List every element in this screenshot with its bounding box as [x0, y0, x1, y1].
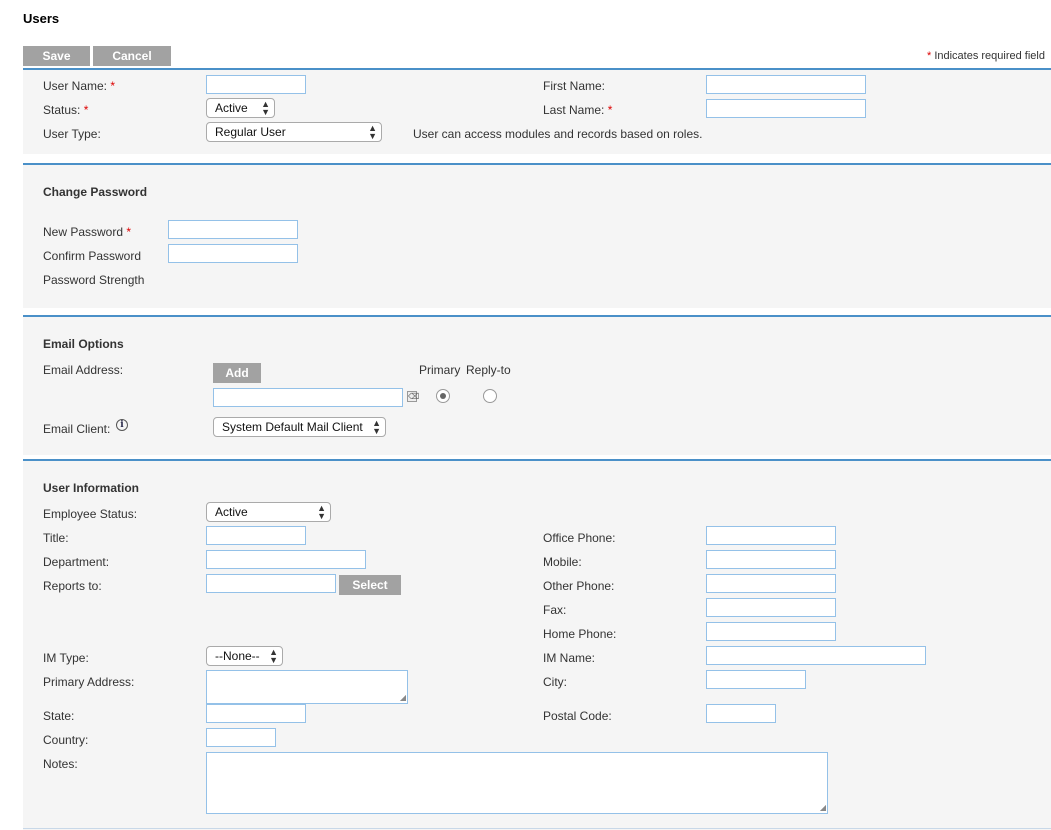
reports-to-label: Reports to: — [43, 579, 102, 593]
status-select[interactable]: Active ▲ ▼ — [206, 98, 275, 118]
user-type-help: User can access modules and records base… — [413, 127, 703, 141]
user-information-panel: User Information Employee Status: Active… — [23, 459, 1051, 830]
required-mark: * — [926, 50, 932, 62]
cancel-button[interactable]: Cancel — [93, 46, 171, 66]
im-name-input[interactable] — [706, 646, 926, 665]
required-note-text: Indicates required field — [934, 50, 1045, 62]
resize-handle-icon[interactable]: ◢ — [400, 694, 406, 702]
add-email-button[interactable]: Add — [213, 363, 261, 383]
title-input[interactable] — [206, 526, 306, 545]
im-type-select[interactable]: --None-- ▲ ▼ — [206, 646, 283, 666]
im-name-label: IM Name: — [543, 651, 596, 665]
reply-to-radio[interactable] — [483, 389, 497, 403]
first-name-input[interactable] — [706, 75, 866, 94]
user-name-input[interactable] — [206, 75, 306, 94]
primary-address-label: Primary Address: — [43, 675, 135, 689]
updown-arrows-icon: ▲ ▼ — [317, 503, 326, 521]
updown-arrows-icon: ▲ ▼ — [372, 418, 381, 436]
office-phone-input[interactable] — [706, 526, 836, 545]
country-label: Country: — [43, 733, 89, 747]
page-title: Users — [23, 11, 60, 26]
user-type-label: User Type: — [43, 127, 101, 141]
employee-status-label: Employee Status: — [43, 507, 138, 521]
required-field-note: * Indicates required field — [927, 50, 1045, 62]
updown-arrows-icon: ▲ ▼ — [269, 647, 278, 665]
email-options-panel: Email Options Email Address: Add Primary… — [23, 315, 1051, 455]
mobile-label: Mobile: — [543, 555, 582, 569]
city-label: City: — [543, 675, 567, 689]
last-name-input[interactable] — [706, 99, 866, 118]
country-input[interactable] — [206, 728, 276, 747]
home-phone-input[interactable] — [706, 622, 836, 641]
user-type-select[interactable]: Regular User ▲ ▼ — [206, 122, 382, 142]
save-button[interactable]: Save — [23, 46, 90, 66]
department-input[interactable] — [206, 550, 366, 569]
city-input[interactable] — [706, 670, 806, 689]
reply-to-label: Reply-to — [466, 363, 511, 377]
updown-arrows-icon: ▲ ▼ — [261, 99, 270, 117]
user-information-title: User Information — [43, 481, 140, 495]
email-client-select[interactable]: System Default Mail Client ▲ ▼ — [213, 417, 386, 437]
first-name-label: First Name: — [543, 79, 606, 93]
title-label: Title: — [43, 531, 69, 545]
email-address-label: Email Address: — [43, 363, 124, 377]
last-name-label: Last Name: * — [543, 103, 613, 117]
fax-label: Fax: — [543, 603, 567, 617]
state-input[interactable] — [206, 704, 306, 723]
other-phone-input[interactable] — [706, 574, 836, 593]
email-options-title: Email Options — [43, 337, 124, 351]
office-phone-label: Office Phone: — [543, 531, 616, 545]
basic-info-panel: User Name: * Status: * Active ▲ ▼ User Typ… — [23, 68, 1051, 154]
bottom-divider — [23, 828, 1051, 829]
confirm-password-input[interactable] — [168, 244, 298, 263]
state-label: State: — [43, 709, 75, 723]
updown-arrows-icon: ▲ ▼ — [368, 123, 377, 141]
change-password-panel: Change Password New Password * Confirm P… — [23, 163, 1051, 308]
department-label: Department: — [43, 555, 110, 569]
info-icon[interactable]: i — [116, 419, 128, 431]
confirm-password-label: Confirm Password — [43, 249, 142, 263]
change-password-title: Change Password — [43, 185, 148, 199]
fax-input[interactable] — [706, 598, 836, 617]
other-phone-label: Other Phone: — [543, 579, 615, 593]
user-name-label: User Name: * — [43, 79, 116, 93]
reports-to-input[interactable] — [206, 574, 336, 593]
trash-icon[interactable]: ⌫ — [407, 391, 419, 402]
mobile-input[interactable] — [706, 550, 836, 569]
notes-textarea[interactable]: ◢ — [206, 752, 828, 814]
status-label: Status: * — [43, 103, 89, 117]
postal-code-label: Postal Code: — [543, 709, 612, 723]
email-address-input[interactable] — [213, 388, 403, 407]
email-client-label: Email Client: — [43, 422, 111, 436]
employee-status-select[interactable]: Active ▲ ▼ — [206, 502, 331, 522]
primary-address-textarea[interactable]: ◢ — [206, 670, 408, 704]
im-type-label: IM Type: — [43, 651, 89, 665]
primary-radio[interactable] — [436, 389, 450, 403]
primary-label: Primary — [419, 363, 461, 377]
postal-code-input[interactable] — [706, 704, 776, 723]
notes-label: Notes: — [43, 757, 78, 771]
home-phone-label: Home Phone: — [543, 627, 617, 641]
new-password-input[interactable] — [168, 220, 298, 239]
new-password-label: New Password * — [43, 225, 132, 239]
resize-handle-icon[interactable]: ◢ — [820, 804, 826, 812]
password-strength-label: Password Strength — [43, 273, 145, 287]
reports-to-select-button[interactable]: Select — [339, 575, 401, 595]
